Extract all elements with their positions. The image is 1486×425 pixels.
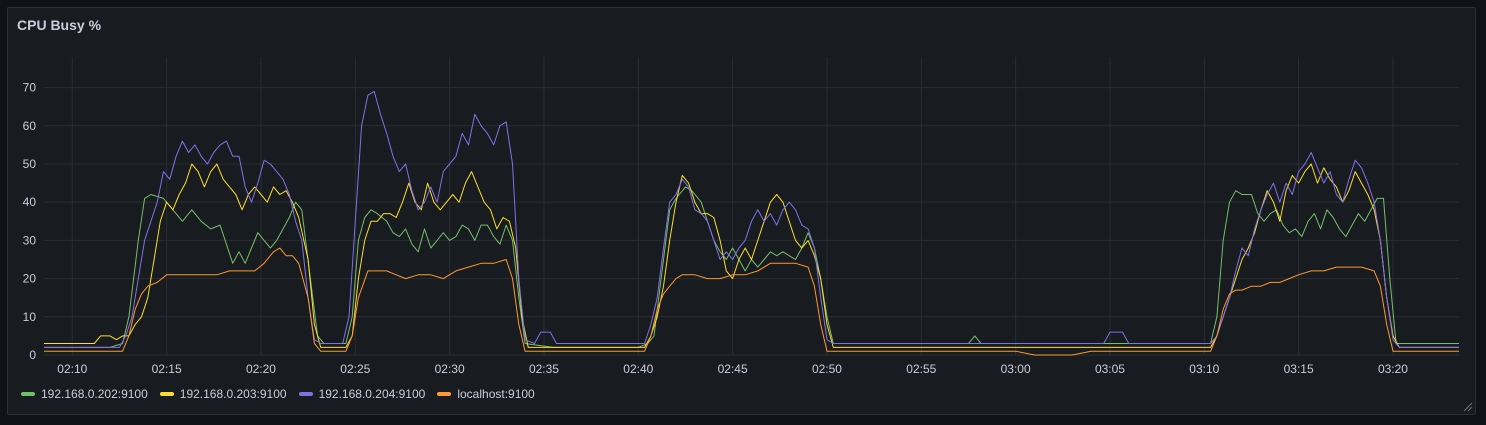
- x-tick-label: 02:40: [623, 362, 653, 376]
- x-tick-label: 02:45: [718, 362, 748, 376]
- x-tick-label: 03:20: [1378, 362, 1408, 376]
- legend-item[interactable]: 192.168.0.203:9100: [159, 387, 287, 401]
- x-tick-label: 03:00: [1001, 362, 1031, 376]
- legend: 192.168.0.202:9100 192.168.0.203:9100 192.…: [21, 387, 535, 401]
- series-line: [44, 247, 1459, 356]
- y-tick-label: 40: [23, 195, 37, 209]
- x-tick-label: 02:15: [152, 362, 182, 376]
- x-tick-label: 02:50: [812, 362, 842, 376]
- y-tick-label: 30: [23, 233, 37, 247]
- cpu-busy-panel: CPU Busy % 0 10 20 30 40 50 60 70 02:10 02:15 02:2…: [7, 7, 1476, 415]
- legend-item[interactable]: localhost:9100: [437, 387, 535, 401]
- legend-item[interactable]: 192.168.0.202:9100: [21, 387, 148, 401]
- legend-label: localhost:9100: [457, 387, 535, 401]
- legend-label: 192.168.0.203:9100: [179, 387, 287, 401]
- y-tick-label: 60: [23, 119, 37, 133]
- y-tick-label: 0: [29, 348, 36, 362]
- legend-swatch-icon: [437, 392, 452, 396]
- y-tick-label: 50: [23, 157, 37, 171]
- legend-label: 192.168.0.202:9100: [41, 387, 148, 401]
- x-tick-label: 03:05: [1095, 362, 1125, 376]
- legend-swatch-icon: [298, 392, 313, 396]
- series-line: [44, 186, 1459, 348]
- x-tick-label: 02:55: [906, 362, 936, 376]
- y-tick-label: 10: [23, 310, 37, 324]
- legend-swatch-icon: [21, 392, 35, 396]
- y-tick-label: 20: [23, 272, 37, 286]
- legend-swatch-icon: [159, 392, 174, 396]
- legend-label: 192.168.0.204:9100: [318, 387, 426, 401]
- x-tick-label: 02:35: [529, 362, 559, 376]
- legend-item[interactable]: 192.168.0.204:9100: [298, 387, 426, 401]
- x-tick-label: 03:15: [1284, 362, 1314, 376]
- series-line: [44, 163, 1459, 348]
- x-tick-label: 02:20: [246, 362, 276, 376]
- series-line: [44, 90, 1459, 348]
- y-tick-label: 70: [23, 81, 37, 95]
- x-tick-label: 02:25: [340, 362, 370, 376]
- x-tick-label: 02:30: [435, 362, 465, 376]
- cpu-busy-chart: 0 10 20 30 40 50 60 70 02:10 02:15 02:20 02:25 02:30…: [23, 57, 1459, 376]
- x-tick-label: 03:10: [1189, 362, 1219, 376]
- x-tick-label: 02:10: [57, 362, 87, 376]
- resize-handle-icon[interactable]: [1461, 400, 1473, 412]
